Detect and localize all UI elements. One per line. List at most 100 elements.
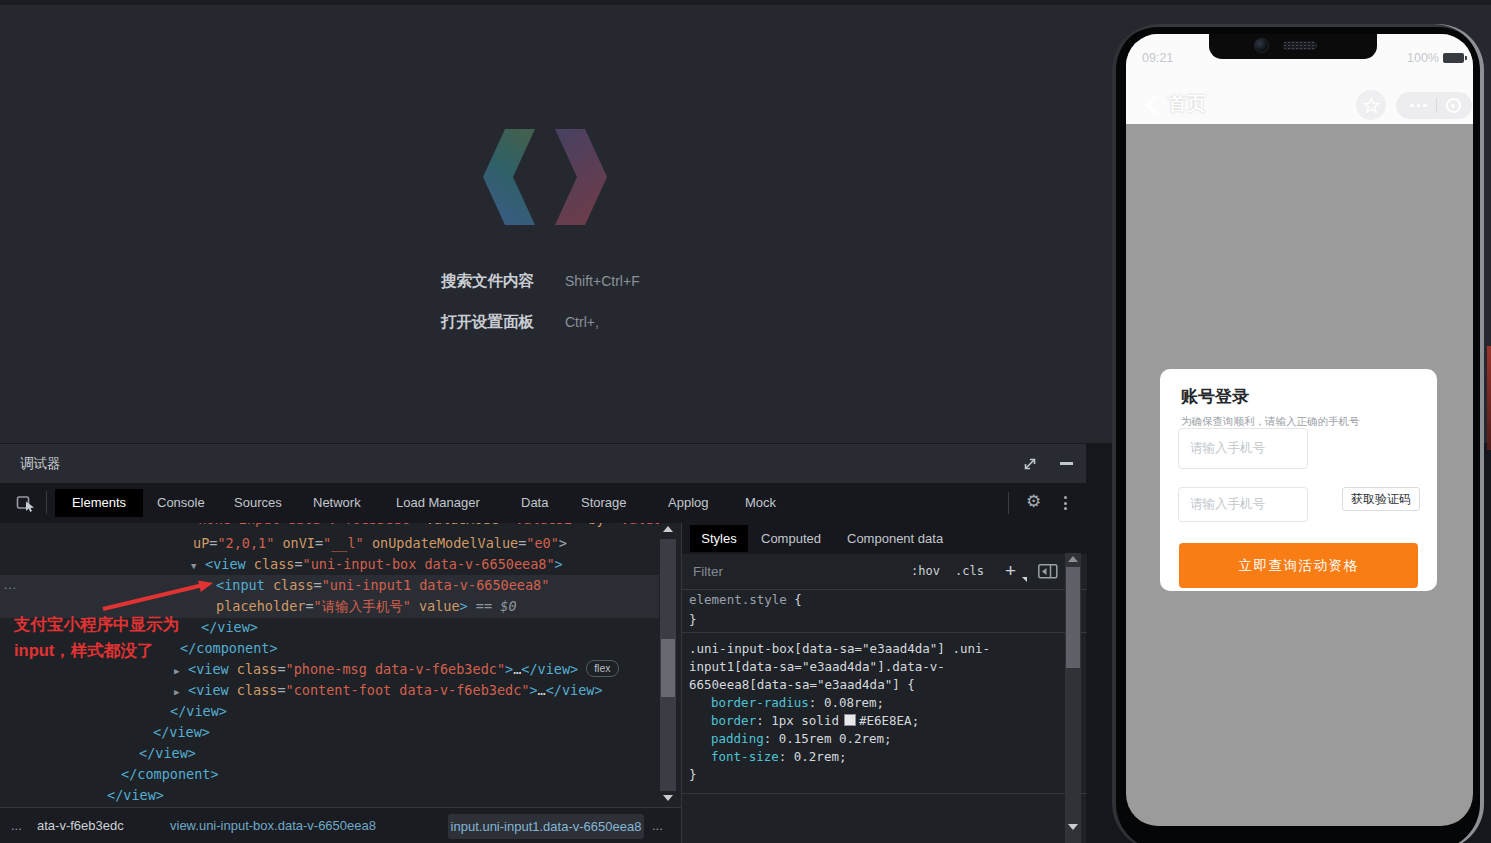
background-window-edge xyxy=(1487,346,1491,450)
code-line[interactable]: </view> xyxy=(139,743,196,764)
star-icon xyxy=(1363,97,1380,114)
scrollbar-up-icon[interactable] xyxy=(1068,556,1078,562)
tab-applog[interactable]: Applog xyxy=(668,483,708,523)
phone-simulator: 09:21 100% 首页 xyxy=(1112,24,1484,843)
debugger-panel: 调试器 Elements Console Sources Network Load Ma… xyxy=(0,443,1086,843)
gear-icon[interactable]: ⚙ xyxy=(1026,491,1041,512)
app-window: 搜索文件内容 Shift+Ctrl+F 打开设置面板 Ctrl+, 调试器 El… xyxy=(0,0,1491,843)
styles-panel: Styles Computed Component data Filter :h… xyxy=(681,523,1086,843)
divider xyxy=(1436,98,1437,113)
tab-styles[interactable]: Styles xyxy=(690,525,748,552)
new-rule-dropdown-icon[interactable] xyxy=(1022,577,1027,582)
code-line[interactable]: </component> xyxy=(121,764,219,785)
phone-screen: 09:21 100% 首页 xyxy=(1126,34,1473,826)
code-line[interactable]: </component> xyxy=(180,638,278,659)
breadcrumb-item-selected[interactable]: input.uni-input1.data-v-6650eea8 xyxy=(448,814,644,839)
flex-badge[interactable]: flex xyxy=(586,660,618,677)
shortcut-label: 搜索文件内容 xyxy=(441,271,534,292)
status-time: 09:21 xyxy=(1142,51,1173,65)
more-menu-icon[interactable] xyxy=(1064,496,1067,510)
inspect-icon[interactable] xyxy=(16,493,36,513)
tab-elements[interactable]: Elements xyxy=(55,489,143,517)
debugger-title: 调试器 xyxy=(20,444,61,483)
code-line[interactable]: ▶<view class="phone-msg data-v-f6eb3edc"… xyxy=(174,659,619,680)
code-line[interactable]: ▼<view class="uni-input-box data-v-6650e… xyxy=(191,554,563,575)
login-card: 账号登录 为确保查询顺利，请输入正确的手机号 请输入手机号 请输入手机号 获取验… xyxy=(1160,369,1437,591)
verify-code-input[interactable]: 请输入手机号 xyxy=(1178,487,1308,522)
code-line[interactable]: ▶<view class="content-foot data-v-f6eb3e… xyxy=(174,680,603,701)
tab-data[interactable]: Data xyxy=(521,483,548,523)
get-code-button[interactable]: 获取验证码 xyxy=(1342,487,1420,511)
status-battery: 100% xyxy=(1407,51,1464,65)
hbuilderx-logo xyxy=(470,115,620,235)
tab-computed[interactable]: Computed xyxy=(761,523,821,554)
camera-icon xyxy=(1254,38,1269,53)
login-subtitle: 为确保查询顺利，请输入正确的手机号 xyxy=(1181,415,1360,429)
phone-number-input[interactable]: 请输入手机号 xyxy=(1178,428,1308,469)
scrollbar-up-icon[interactable] xyxy=(663,526,673,532)
speaker-grille xyxy=(1283,41,1317,50)
breadcrumb: ... ata-v-f6eb3edc view.uni-input-box.da… xyxy=(0,807,681,843)
more-icon[interactable] xyxy=(1410,104,1427,108)
css-declaration[interactable]: border-radius: 0.08rem; xyxy=(711,693,884,712)
tab-network[interactable]: Network xyxy=(313,483,361,523)
favorite-button[interactable] xyxy=(1356,90,1386,120)
code-line[interactable]: "none-input data-v-f6eb3edc" valueMode="… xyxy=(190,523,659,530)
tab-load-manager[interactable]: Load Manager xyxy=(396,483,480,523)
css-rule-close[interactable]: } xyxy=(689,765,697,784)
element-style-rule[interactable]: } xyxy=(689,610,697,629)
tab-component-data[interactable]: Component data xyxy=(847,523,943,554)
breadcrumb-item[interactable]: ata-v-f6eb3edc xyxy=(37,808,124,843)
miniapp-capsule[interactable] xyxy=(1396,92,1472,119)
scrollbar-thumb[interactable] xyxy=(661,639,675,697)
code-line[interactable]: </view> xyxy=(153,722,210,743)
filter-input[interactable]: Filter xyxy=(693,554,723,589)
window-top-strip xyxy=(0,0,1491,5)
class-toggle-button[interactable]: .cls xyxy=(955,554,984,589)
breadcrumb-overflow[interactable]: ... xyxy=(652,808,663,843)
tab-storage[interactable]: Storage xyxy=(581,483,627,523)
close-circle-icon[interactable] xyxy=(1446,98,1461,113)
gutter-ellipsis[interactable]: ... xyxy=(4,575,17,596)
breadcrumb-item[interactable]: view.uni-input-box.data-v-6650eea8 xyxy=(170,808,376,843)
divider xyxy=(1008,492,1009,514)
battery-percent: 100% xyxy=(1407,51,1439,65)
elements-tree: ... "none-input data-v-f6eb3edc" valueMo… xyxy=(0,523,659,807)
scrollbar-down-icon[interactable] xyxy=(1068,824,1078,830)
expand-icon[interactable] xyxy=(1022,456,1038,472)
tab-mock[interactable]: Mock xyxy=(745,483,776,523)
tab-sources[interactable]: Sources xyxy=(234,483,282,523)
code-line[interactable]: placeholder="请输入手机号" value> == $0 xyxy=(216,596,517,617)
code-line[interactable]: <input class="uni-input1 data-v-6650eea8… xyxy=(216,575,549,596)
css-selector[interactable]: 6650eea8[data-sa="e3aad4da"] { xyxy=(689,675,915,694)
shortcut-key: Shift+Ctrl+F xyxy=(565,273,640,289)
nav-title: 首页 xyxy=(1168,91,1206,117)
code-line[interactable]: </view> xyxy=(107,785,164,806)
color-swatch[interactable] xyxy=(844,714,856,726)
login-title: 账号登录 xyxy=(1181,385,1249,408)
new-rule-icon[interactable]: + xyxy=(1005,554,1016,588)
back-icon[interactable] xyxy=(1145,95,1165,115)
tab-console[interactable]: Console xyxy=(157,483,205,523)
scrollbar-down-icon[interactable] xyxy=(663,795,673,801)
debugger-tabbar: Elements Console Sources Network Load Manage… xyxy=(0,483,1086,523)
minimize-icon[interactable] xyxy=(1060,462,1073,465)
submit-button[interactable]: 立即查询活动资格 xyxy=(1179,543,1418,588)
pseudo-state-button[interactable]: :hov xyxy=(911,554,940,589)
code-line[interactable]: </view> xyxy=(170,701,227,722)
shortcut-label: 打开设置面板 xyxy=(441,312,534,333)
css-selector[interactable]: .uni-input-box[data-sa="e3aad4da"] .uni- xyxy=(689,639,990,658)
css-declaration[interactable]: padding: 0.15rem 0.2rem; xyxy=(711,729,892,748)
divider xyxy=(46,491,47,514)
css-declaration[interactable]: font-size: 0.2rem; xyxy=(711,747,846,766)
dock-sidebar-icon[interactable] xyxy=(1038,564,1058,579)
breadcrumb-overflow[interactable]: ... xyxy=(11,808,22,843)
shortcut-key: Ctrl+, xyxy=(565,314,599,330)
scrollbar-thumb[interactable] xyxy=(1066,567,1080,668)
css-selector[interactable]: input1[data-sa="e3aad4da"].data-v- xyxy=(689,657,945,676)
code-line[interactable]: uP="2,0,1" onVI="__l" onUpdateModelValue… xyxy=(193,533,567,554)
red-arrow xyxy=(85,571,235,623)
element-style-rule[interactable]: element.style { xyxy=(689,590,802,609)
styles-filter-row: Filter :hov .cls + xyxy=(682,554,1087,590)
css-declaration[interactable]: border: 1px solid#E6E8EA; xyxy=(711,711,919,730)
